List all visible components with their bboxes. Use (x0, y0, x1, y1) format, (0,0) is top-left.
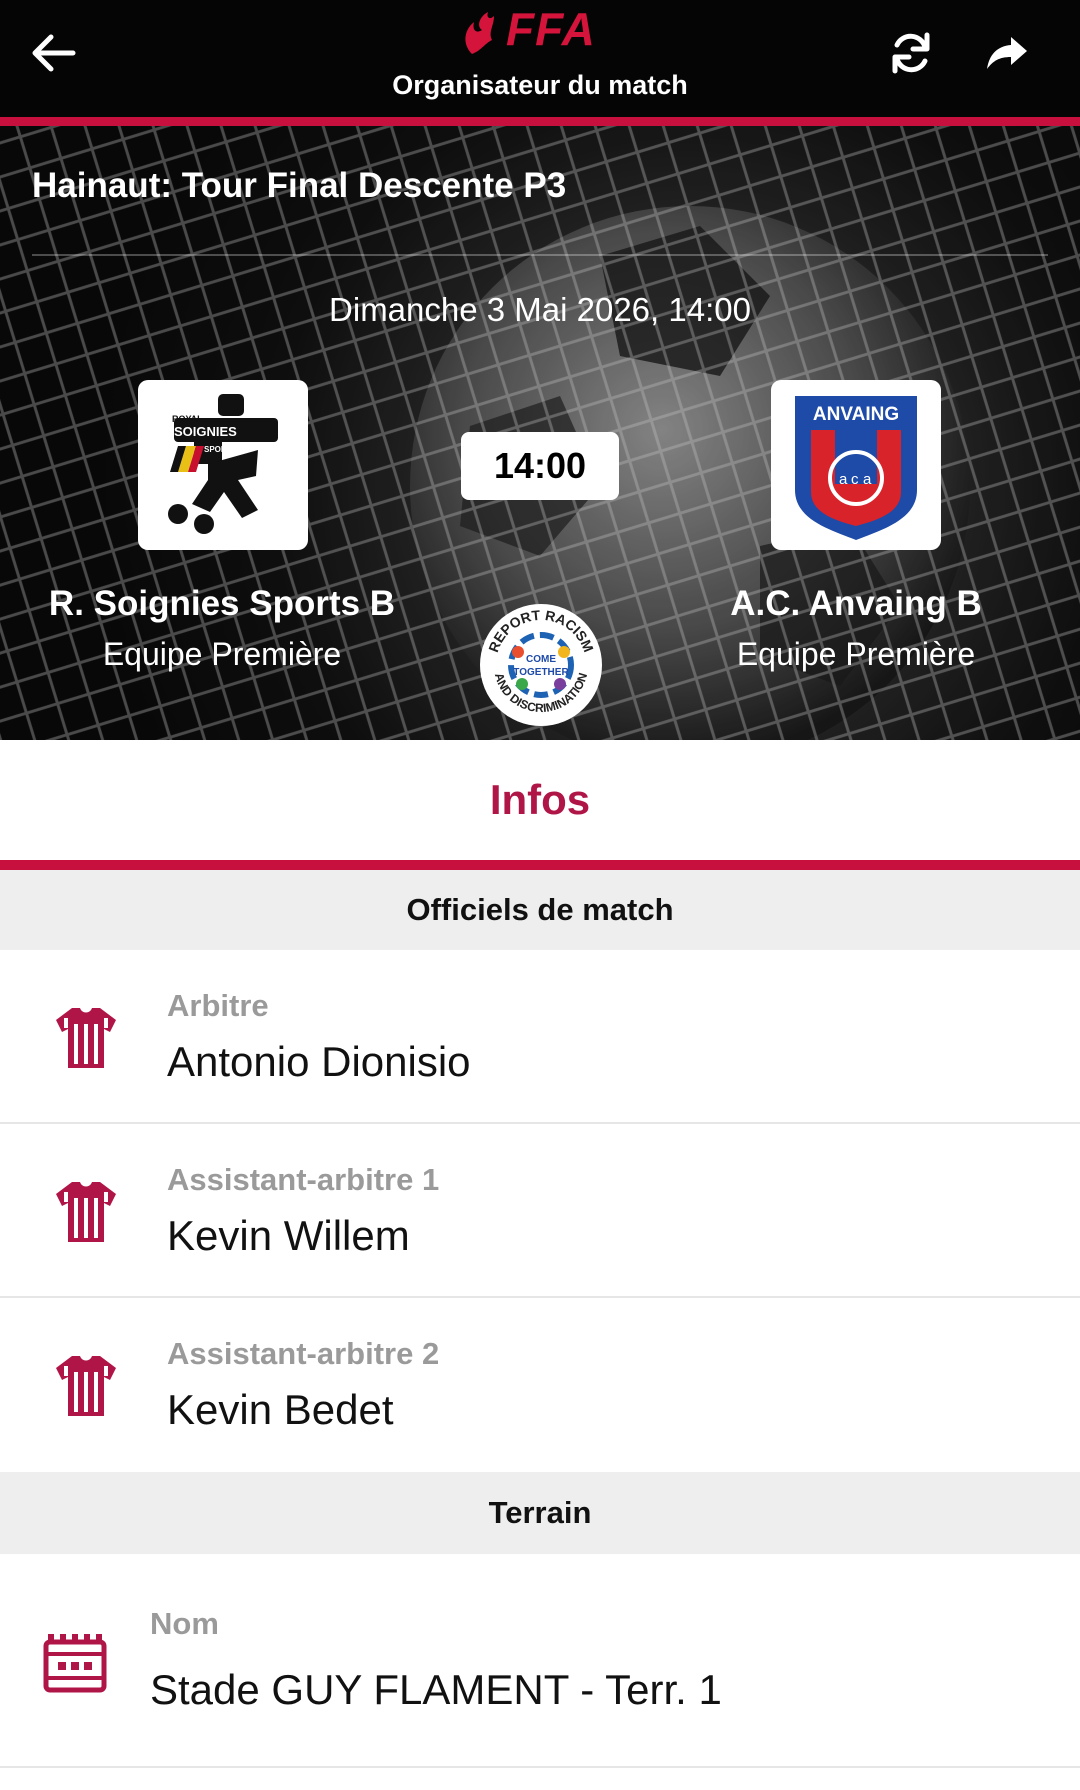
match-hero: Hainaut: Tour Final Descente P3 Dimanche… (0, 126, 1080, 740)
official-name: Kevin Willem (167, 1212, 410, 1259)
svg-text:a: a (839, 471, 848, 488)
svg-text:ANVAING: ANVAING (813, 404, 899, 425)
referee-shirt-icon (56, 1008, 116, 1068)
away-team-category: Equipe Première (736, 636, 976, 672)
official-role: Assistant-arbitre 2 (167, 1336, 440, 1371)
report-racism-badge-icon: REPORT RACISM AND DISCRIMINATION COME TO… (480, 604, 602, 726)
terrain-value: Stade GUY FLAMENT - Terr. 1 (150, 1666, 722, 1713)
home-team-crest[interactable]: ROYAL SOIGNIES SPORTS (138, 380, 308, 550)
referee-shirt-icon (56, 1356, 116, 1416)
terrain-label: Nom (150, 1606, 219, 1641)
official-name: Antonio Dionisio (167, 1038, 471, 1085)
page-title: Organisateur du match (392, 70, 688, 100)
official-name: Kevin Bedet (167, 1386, 394, 1433)
away-team-crest[interactable]: ANVAING a c a (771, 380, 941, 550)
svg-text:c: c (851, 471, 859, 488)
stadium-icon (43, 1634, 107, 1693)
soignies-crest-icon: ROYAL SOIGNIES SPORTS (168, 394, 278, 534)
svg-text:SPORTS: SPORTS (204, 445, 238, 454)
official-row[interactable]: Arbitre Antonio Dionisio (0, 950, 1080, 1124)
tab-active-indicator (0, 860, 1080, 870)
share-icon (987, 37, 1027, 69)
svg-text:ROYAL: ROYAL (172, 414, 203, 424)
hero-divider (32, 254, 1048, 256)
referee-shirt-icon (56, 1182, 116, 1242)
tab-infos[interactable]: Infos (0, 740, 1080, 860)
svg-text:TOGETHER: TOGETHER (513, 667, 569, 678)
tab-bar: Infos (0, 740, 1080, 860)
anvaing-crest-icon: ANVAING a c a (795, 396, 917, 540)
away-team-name[interactable]: A.C. Anvaing B (646, 584, 1066, 624)
brand-name: FFA (506, 3, 596, 55)
svg-text:SOIGNIES: SOIGNIES (174, 424, 237, 439)
officials-section-header: Officiels de match (0, 870, 1080, 950)
arrow-left-icon (32, 34, 76, 72)
svg-text:COME: COME (526, 654, 556, 665)
terrain-section-header: Terrain (0, 1472, 1080, 1554)
official-row[interactable]: Assistant-arbitre 1 Kevin Willem (0, 1124, 1080, 1298)
match-date: Dimanche 3 Mai 2026, 14:00 (329, 291, 751, 328)
home-team-name[interactable]: R. Soignies Sports B (12, 584, 432, 624)
official-row[interactable]: Assistant-arbitre 2 Kevin Bedet (0, 1298, 1080, 1472)
svg-text:a: a (863, 471, 872, 488)
home-team-category: Equipe Première (102, 636, 342, 672)
terrain-row[interactable]: Nom Stade GUY FLAMENT - Terr. 1 (0, 1554, 1080, 1768)
official-role: Assistant-arbitre 1 (167, 1162, 440, 1197)
app-header: FFA Organisateur du match (0, 0, 1080, 117)
kickoff-time: 14:00 (461, 432, 619, 500)
header-accent-line (0, 117, 1080, 126)
official-role: Arbitre (167, 988, 269, 1023)
competition-title: Hainaut: Tour Final Descente P3 (32, 166, 567, 205)
